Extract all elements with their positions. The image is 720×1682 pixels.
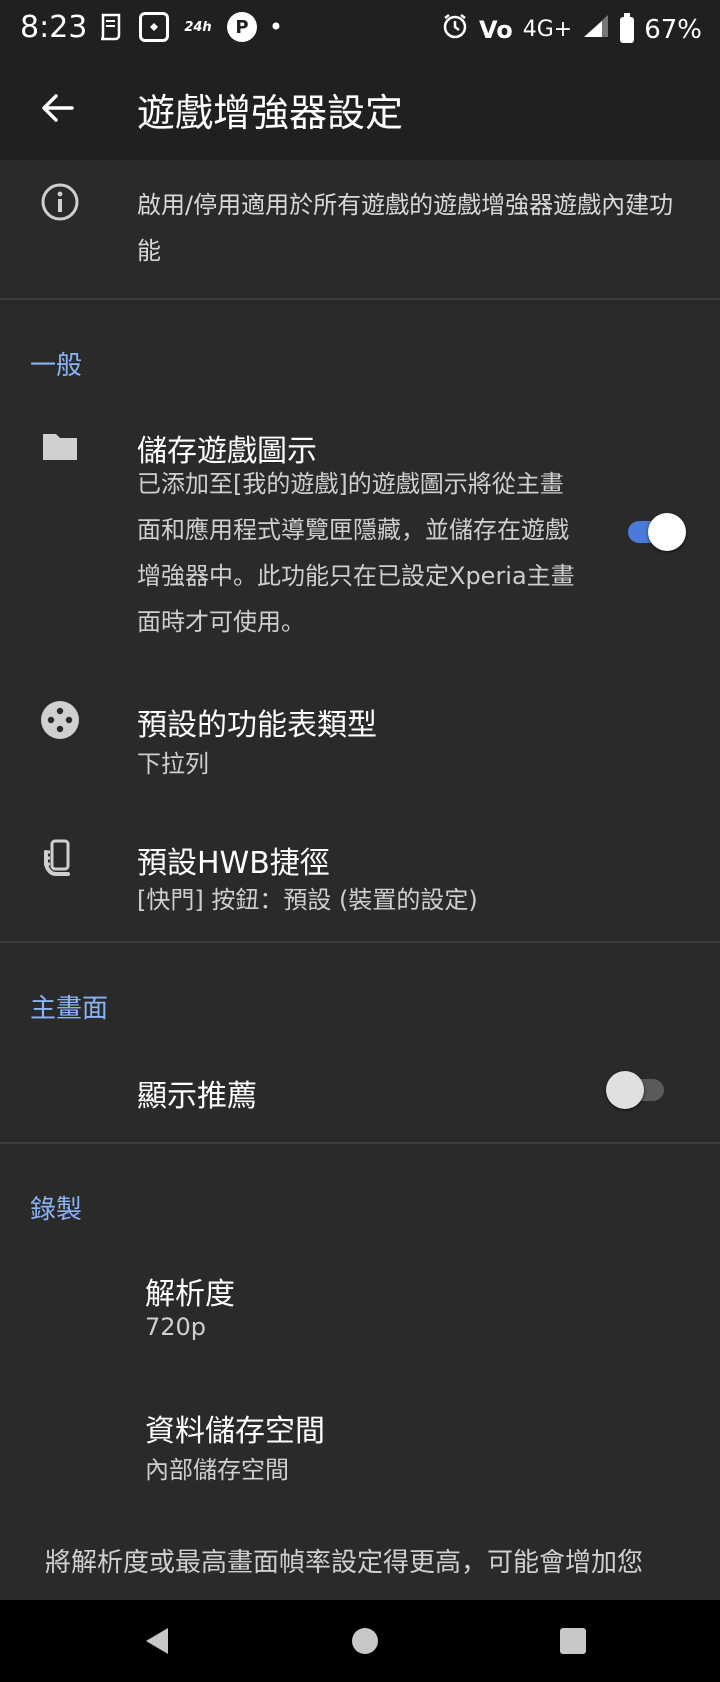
gamepad-icon xyxy=(41,701,79,739)
divider xyxy=(0,1142,720,1144)
dot-icon: • xyxy=(268,13,284,41)
divider xyxy=(0,941,720,943)
nav-recents-icon xyxy=(560,1628,586,1654)
data-storage-title: 資料儲存空間 xyxy=(145,1414,325,1449)
wifi-calling-icon: Vo xyxy=(478,15,513,44)
notification-icons: 24h P • xyxy=(95,12,284,42)
nav-home-button[interactable] xyxy=(324,1600,406,1682)
default-hwb-shortcut-summary: [快門] 按鈕：預設 (裝置的設定) xyxy=(137,886,478,914)
default-hwb-shortcut-title: 預設HWB捷徑 xyxy=(137,846,330,881)
recording-note: 將解析度或最高畫面幀率設定得更高，可能會增加您 xyxy=(45,1548,644,1578)
show-recommendations-title: 顯示推薦 xyxy=(137,1079,257,1114)
status-time: 8:23 xyxy=(20,10,88,45)
folder-icon xyxy=(43,434,77,460)
data-storage-summary: 內部儲存空間 xyxy=(145,1456,289,1484)
info-icon xyxy=(41,183,79,221)
toggle-thumb xyxy=(648,513,686,551)
battery-icon xyxy=(620,12,635,43)
network-type: 4G+ xyxy=(522,17,573,42)
divider xyxy=(0,298,720,300)
resolution-summary: 720p xyxy=(145,1313,207,1341)
navigation-bar xyxy=(0,1600,720,1682)
info-banner: 啟用/停用適用於所有遊戲的遊戲增強器遊戲內建功能 xyxy=(0,160,720,300)
nav-home-icon xyxy=(352,1628,378,1654)
nav-back-button[interactable] xyxy=(116,1600,198,1682)
battery-percent: 67% xyxy=(644,14,702,45)
default-menu-type-summary: 下拉列 xyxy=(137,750,209,778)
app-bar: 遊戲增強器設定 xyxy=(0,58,720,160)
pinterest-icon: P xyxy=(227,12,257,42)
back-button[interactable] xyxy=(30,80,86,136)
nav-back-icon xyxy=(146,1628,168,1654)
default-menu-type-title: 預設的功能表類型 xyxy=(137,708,377,743)
signal-icon xyxy=(582,13,610,46)
page-title: 遊戲增強器設定 xyxy=(137,91,404,135)
section-header-recording: 錄製 xyxy=(30,1195,83,1225)
status-bar: 8:23 24h P • Vo 4G+ 67% xyxy=(0,0,720,58)
app-icon xyxy=(139,12,169,42)
save-game-icons-toggle[interactable] xyxy=(624,511,686,551)
section-header-home: 主畫面 xyxy=(30,994,109,1024)
phone-hand-icon xyxy=(44,839,70,876)
alarm-icon xyxy=(441,12,469,47)
nav-recents-button[interactable] xyxy=(532,1600,614,1682)
info-text: 啟用/停用適用於所有遊戲的遊戲增強器遊戲內建功能 xyxy=(137,191,674,265)
system-status-icons: Vo 4G+ 67% xyxy=(441,12,702,47)
section-header-general: 一般 xyxy=(30,351,83,381)
receipt-icon xyxy=(95,12,125,42)
save-game-icons-summary: 已添加至[我的遊戲]的遊戲圖示將從主畫面和應用程式導覽匣隱藏，並儲存在遊戲增強器… xyxy=(137,470,575,636)
24h-icon: 24h xyxy=(184,19,212,35)
arrow-back-icon xyxy=(42,94,74,122)
show-recommendations-toggle[interactable] xyxy=(606,1069,668,1109)
resolution-title: 解析度 xyxy=(145,1277,235,1312)
toggle-thumb xyxy=(606,1071,644,1109)
